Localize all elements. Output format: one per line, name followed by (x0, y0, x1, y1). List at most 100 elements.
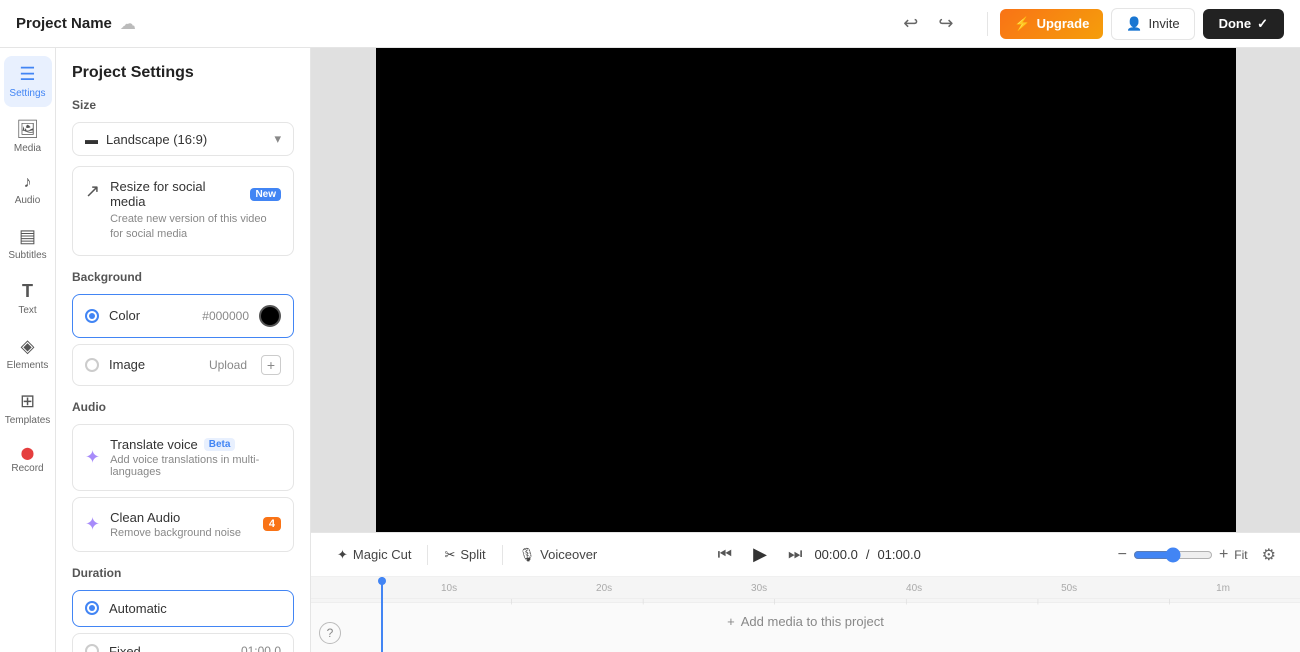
video-canvas (376, 48, 1236, 532)
sidebar-label-audio: Audio (15, 195, 41, 206)
voiceover-icon: 🎙 (519, 547, 536, 563)
sidebar-label-subtitles: Subtitles (8, 250, 46, 261)
clean-audio-card[interactable]: ✦ Clean Audio Remove background noise 4 (72, 497, 294, 552)
tool-divider-1 (427, 545, 428, 565)
translate-voice-text: Translate voice Beta Add voice translati… (110, 437, 281, 478)
sidebar-item-templates[interactable]: ⊞ Templates (4, 383, 52, 434)
add-media-plus-icon: + (727, 614, 735, 629)
done-label: Done (1219, 16, 1252, 31)
sidebar-item-subtitles[interactable]: ▤ Subtitles (4, 218, 52, 269)
sidebar-item-record[interactable]: ⬤ Record (4, 438, 52, 482)
add-media-button[interactable]: + Add media to this project (311, 603, 1300, 639)
magic-cut-button[interactable]: ✦ Magic Cut (327, 541, 421, 569)
time-separator: / (866, 547, 870, 562)
chevron-down-icon: ▾ (274, 131, 281, 147)
fixed-label: Fixed (109, 644, 141, 652)
play-button[interactable]: ▶ (744, 539, 776, 571)
resize-description: Create new version of this video for soc… (110, 212, 281, 243)
zoom-slider[interactable] (1133, 547, 1213, 563)
done-check-icon: ✓ (1257, 16, 1268, 32)
sidebar-item-text[interactable]: T Text (4, 273, 52, 324)
resize-card[interactable]: ↗ Resize for social media New Create new… (72, 166, 294, 256)
fixed-value: 01:00.0 (241, 644, 281, 652)
sidebar-item-media[interactable]: 🖼 Media (4, 111, 52, 162)
tools-group: ✦ Magic Cut ✂ Split 🎙 Voiceover (327, 541, 607, 569)
automatic-duration-option[interactable]: Automatic (72, 590, 294, 627)
zoom-out-button[interactable]: − (1118, 546, 1127, 564)
elements-icon: ◈ (21, 336, 35, 357)
help-button[interactable]: ? (319, 622, 341, 644)
voiceover-button[interactable]: 🎙 Voiceover (509, 541, 608, 569)
fixed-duration-option[interactable]: Fixed 01:00.0 (72, 633, 294, 652)
zoom-in-button[interactable]: + (1219, 546, 1228, 564)
sidebar-item-audio[interactable]: ♪ Audio (4, 166, 52, 214)
color-background-option[interactable]: Color #000000 (72, 294, 294, 338)
preview-canvas (311, 48, 1300, 532)
settings-panel-title: Project Settings (72, 64, 294, 82)
sidebar-label-elements: Elements (7, 360, 49, 371)
invite-button[interactable]: 👤 Invite (1111, 8, 1194, 40)
undo-redo-group: ↩ ↪ (897, 9, 959, 38)
subtitles-icon: ▤ (19, 226, 36, 247)
ruler-mark-1m: 1m (1216, 583, 1230, 594)
ruler-mark-50s: 50s (1061, 583, 1077, 594)
text-icon: T (22, 281, 33, 302)
sidebar-item-settings[interactable]: ☰ Settings (4, 56, 52, 107)
beta-badge: Beta (204, 438, 236, 451)
split-label: Split (460, 547, 485, 562)
upload-plus-button[interactable]: + (261, 355, 281, 375)
image-background-option[interactable]: Image Upload + (72, 344, 294, 386)
templates-icon: ⊞ (20, 391, 35, 412)
voiceover-label: Voiceover (540, 547, 597, 562)
undo-button[interactable]: ↩ (897, 9, 924, 38)
preview-area: ✦ Magic Cut ✂ Split 🎙 Voiceover ⏮ (311, 48, 1300, 652)
sidebar-label-record: Record (11, 463, 43, 474)
landscape-icon: ▬ (85, 132, 98, 147)
size-section-label: Size (72, 98, 294, 112)
invite-label: Invite (1149, 16, 1180, 31)
timeline-settings-button[interactable]: ⚙ (1254, 541, 1284, 569)
ruler-mark-40s: 40s (906, 583, 922, 594)
timeline-cursor-head (378, 577, 386, 585)
color-radio (85, 309, 99, 323)
clean-audio-text: Clean Audio Remove background noise (110, 510, 253, 539)
sidebar-label-settings: Settings (9, 88, 45, 99)
automatic-radio (85, 601, 99, 615)
clean-audio-description: Remove background noise (110, 527, 253, 539)
color-label: Color (109, 308, 140, 323)
icon-sidebar: ☰ Settings 🖼 Media ♪ Audio ▤ Subtitles T… (0, 48, 56, 652)
translate-voice-card[interactable]: ✦ Translate voice Beta Add voice transla… (72, 424, 294, 491)
size-dropdown[interactable]: ▬ Landscape (16:9) ▾ (72, 122, 294, 156)
skip-back-button[interactable]: ⏮ (714, 542, 736, 568)
settings-panel: Project Settings Size ▬ Landscape (16:9)… (56, 48, 311, 652)
fit-button[interactable]: Fit (1234, 548, 1247, 562)
split-icon: ✂ (444, 547, 455, 563)
redo-button[interactable]: ↪ (932, 9, 959, 38)
add-media-label: Add media to this project (741, 614, 884, 629)
new-badge: New (250, 188, 281, 201)
image-radio (85, 358, 99, 372)
timeline-ruler: 10s 20s 30s 40s 50s 1m (311, 577, 1300, 599)
skip-forward-button[interactable]: ⏭ (784, 542, 806, 568)
background-section-label: Background (72, 270, 294, 284)
topbar: Project Name ☁ ↩ ↪ ⚡ Upgrade 👤 Invite Do… (0, 0, 1300, 48)
main-content: ☰ Settings 🖼 Media ♪ Audio ▤ Subtitles T… (0, 48, 1300, 652)
playback-controls: ⏮ ▶ ⏭ 00:00.0 / 01:00.0 (714, 539, 921, 571)
upgrade-button[interactable]: ⚡ Upgrade (1000, 9, 1103, 39)
sidebar-item-elements[interactable]: ◈ Elements (4, 328, 52, 379)
audio-section-label: Audio (72, 400, 294, 414)
translate-voice-icon: ✦ (85, 447, 100, 468)
settings-icon: ☰ (19, 64, 35, 85)
timeline: 10s 20s 30s 40s 50s 1m | | | | (311, 577, 1300, 652)
sidebar-label-media: Media (14, 143, 41, 154)
sidebar-label-text: Text (18, 305, 36, 316)
color-swatch[interactable] (259, 305, 281, 327)
fixed-radio (85, 644, 99, 652)
split-button[interactable]: ✂ Split (434, 541, 495, 569)
invite-icon: 👤 (1126, 16, 1142, 32)
ruler-ticks: | | | | | | (311, 599, 1300, 603)
clean-audio-lock-badge: 4 (263, 517, 281, 531)
playback-bar: ✦ Magic Cut ✂ Split 🎙 Voiceover ⏮ (311, 533, 1300, 577)
done-button[interactable]: Done ✓ (1203, 9, 1284, 39)
record-icon: ⬤ (21, 446, 34, 460)
